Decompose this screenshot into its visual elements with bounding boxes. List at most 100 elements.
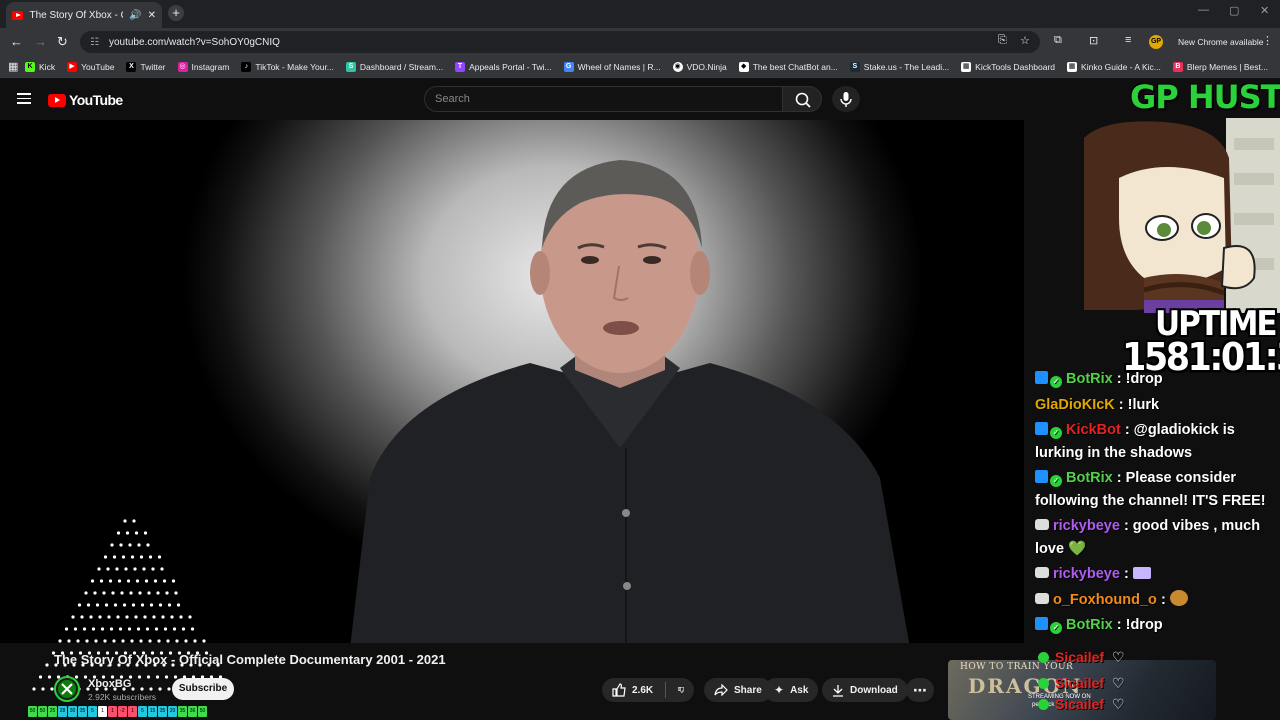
close-tab-icon[interactable]: ✕ xyxy=(148,10,156,21)
decorative-dot xyxy=(117,579,122,583)
youtube-favicon-icon xyxy=(12,10,24,20)
decorative-dot xyxy=(181,627,186,631)
decorative-dot xyxy=(107,615,111,619)
bookmark-item[interactable]: B Blerp Memes | Best... xyxy=(1172,61,1268,72)
search-input[interactable]: Search xyxy=(424,86,782,112)
decorative-dot xyxy=(58,639,62,643)
bookmark-item[interactable]: S Stake.us - The Leadi... xyxy=(849,61,949,72)
bookmark-item[interactable]: ▶ YouTube xyxy=(67,61,114,72)
sparkle-icon: ✦ xyxy=(774,683,785,697)
search-button[interactable] xyxy=(782,86,822,112)
decorative-dot xyxy=(106,567,110,571)
level-segment: 35 xyxy=(178,706,187,717)
chat-text: : !drop xyxy=(1112,371,1163,387)
bookmark-item[interactable]: ◆ The best ChatBot an... xyxy=(738,61,838,72)
share-button[interactable]: Share xyxy=(704,678,772,702)
back-icon[interactable]: ← xyxy=(10,34,23,49)
maximize-icon[interactable]: ▢ xyxy=(1229,4,1239,17)
chatbot-icon: ◆ xyxy=(738,61,749,72)
install-app-icon[interactable]: ⎘ xyxy=(998,34,1007,47)
decorative-dot xyxy=(94,639,98,643)
site-info-icon[interactable]: ☷ xyxy=(90,37,99,48)
new-tab-button[interactable]: + xyxy=(168,5,184,21)
chat-message: Sicailef ♡ xyxy=(1038,696,1218,712)
decorative-dot xyxy=(190,627,195,631)
decorative-dot xyxy=(103,555,108,559)
decorative-dot xyxy=(145,627,150,631)
tab-title: The Story Of Xbox - Official xyxy=(29,9,123,21)
menu-kebab-icon[interactable]: ⋮ xyxy=(1262,34,1273,47)
youtube-logo[interactable]: YouTube xyxy=(48,92,123,108)
bookmark-item[interactable]: S Dashboard / Stream... xyxy=(345,61,443,72)
thumbs-down-icon[interactable] xyxy=(677,683,684,697)
xbox-logo-icon xyxy=(58,680,76,698)
like-button[interactable]: 2.6K xyxy=(612,683,653,697)
chat-text: : xyxy=(1119,566,1133,582)
decorative-dot xyxy=(157,639,161,643)
bookmark-item[interactable]: X Twitter xyxy=(126,61,166,72)
speaker-icon[interactable]: 🔊 xyxy=(129,10,141,21)
browser-tab[interactable]: The Story Of Xbox - Official 🔊 ✕ xyxy=(6,2,162,28)
bookmark-item[interactable]: ♪ TikTok - Make Your... xyxy=(241,61,334,72)
forward-icon[interactable]: → xyxy=(34,34,47,49)
cast-icon[interactable]: ⊡ xyxy=(1089,34,1098,47)
decorative-dot xyxy=(45,663,49,667)
bookmark-item[interactable]: ▦ Kinko Guide - A Kic... xyxy=(1067,61,1161,72)
kinko-icon: ▦ xyxy=(1067,61,1078,72)
extensions-icon[interactable]: ⧉ xyxy=(1054,34,1062,47)
stake-icon: S xyxy=(849,61,860,72)
minimize-icon[interactable]: — xyxy=(1198,4,1209,16)
apps-grid-icon[interactable]: ▦ xyxy=(8,60,25,73)
ask-button[interactable]: ✦ Ask xyxy=(764,678,819,702)
download-button[interactable]: Download xyxy=(822,678,908,702)
channel-avatar[interactable] xyxy=(54,676,80,702)
decorative-dot xyxy=(76,639,80,643)
decorative-dot xyxy=(175,639,179,643)
decorative-dot xyxy=(131,687,135,691)
bookmark-item[interactable]: ◎ Instagram xyxy=(177,61,229,72)
level-segment: 28 xyxy=(58,706,67,717)
media-controls-icon[interactable]: ≡ xyxy=(1125,34,1131,46)
reload-icon[interactable]: ↻ xyxy=(57,34,68,50)
decorative-dot xyxy=(134,531,139,535)
decorative-dot xyxy=(166,639,170,643)
voice-search-button[interactable] xyxy=(832,86,860,112)
decorative-dot xyxy=(161,615,165,619)
decorative-dot xyxy=(158,687,162,691)
bookmark-star-icon[interactable]: ☆ xyxy=(1020,34,1030,47)
decorative-dot xyxy=(157,555,162,559)
chat-message: ✓ BotRix : !drop xyxy=(1035,368,1275,391)
bookmark-item[interactable]: G Wheel of Names | R... xyxy=(563,61,661,72)
decorative-dot xyxy=(111,591,115,595)
bookmark-item[interactable]: ◉ VDO.Ninja xyxy=(672,61,727,72)
youtube-play-icon xyxy=(48,93,66,107)
decorative-dot xyxy=(143,615,147,619)
decorative-dot xyxy=(109,627,114,631)
emote-badge-icon xyxy=(1035,567,1049,578)
new-chrome-available[interactable]: New Chrome available xyxy=(1178,37,1264,47)
bookmark-item[interactable]: T Appeals Portal - Twi... xyxy=(455,61,552,72)
bookmark-item[interactable]: K Kick xyxy=(25,61,55,72)
close-window-icon[interactable]: ✕ xyxy=(1260,4,1269,17)
subscribe-button[interactable]: Subscribe xyxy=(172,678,234,700)
decorative-dot xyxy=(103,639,107,643)
menu-hamburger-icon[interactable] xyxy=(17,93,31,104)
decorative-dot xyxy=(124,567,128,571)
profile-avatar[interactable]: GP xyxy=(1149,35,1163,49)
decorative-dot xyxy=(153,579,158,583)
decorative-dot xyxy=(139,555,144,559)
streamlabs-icon: S xyxy=(345,61,356,72)
bookmark-item[interactable]: ▦ KickTools Dashboard xyxy=(961,61,1055,72)
decorative-dot xyxy=(137,675,142,679)
more-actions-button[interactable]: ⋯ xyxy=(906,678,934,702)
level-segment: 36 xyxy=(188,706,197,717)
chat-message: Sicailef ♡ xyxy=(1038,670,1218,696)
kick-badge-icon xyxy=(1035,617,1048,630)
decorative-dot xyxy=(149,687,153,691)
decorative-dot xyxy=(136,627,141,631)
address-bar[interactable]: ☷ youtube.com/watch?v=SohOY0gCNIQ xyxy=(80,31,1040,53)
channel-name[interactable]: XboxBG xyxy=(88,678,131,690)
youtube-header: YouTube Search xyxy=(0,78,1280,120)
level-segment: 5 xyxy=(88,706,97,717)
decorative-dot xyxy=(138,591,142,595)
